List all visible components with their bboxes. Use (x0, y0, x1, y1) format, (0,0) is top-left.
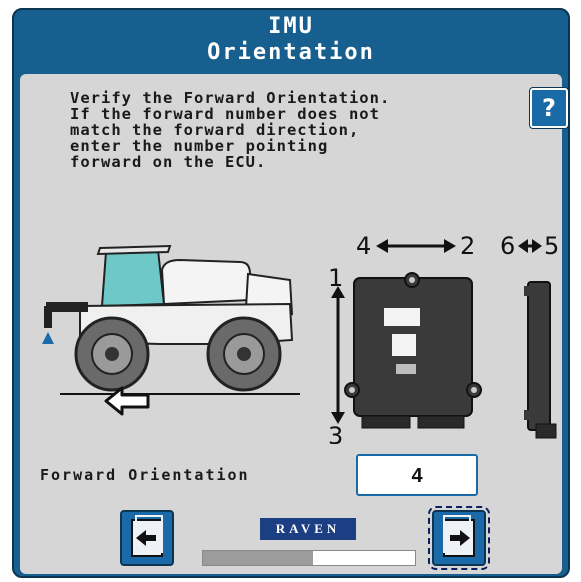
axis-label-5: 5 (544, 232, 559, 260)
raven-logo: RAVEN (260, 518, 356, 540)
progress-fill (203, 551, 314, 565)
forward-orientation-label: Forward Orientation (40, 466, 250, 484)
instruction-text: Verify the Forward Orientation. If the f… (70, 89, 391, 171)
ecu-module (344, 272, 482, 429)
dialog-frame: IMU Orientation Verify the Forward Orien… (12, 8, 570, 578)
axis-label-1: 1 (328, 264, 343, 292)
back-button[interactable] (120, 510, 174, 566)
front-wheel (74, 316, 150, 392)
title-line-2: Orientation (207, 40, 375, 65)
axis-label-3: 3 (328, 422, 343, 444)
next-arrow-icon (443, 515, 475, 557)
axis-label-2: 2 (460, 232, 475, 260)
page-title: IMU Orientation (14, 14, 568, 66)
rear-wheel (206, 316, 282, 392)
forward-orientation-input[interactable]: 4 (356, 454, 478, 496)
axis-label-6: 6 (500, 232, 515, 260)
forward-arrow-icon (104, 386, 150, 416)
sprayer-illustration (42, 244, 300, 395)
title-line-1: IMU (268, 14, 314, 39)
progress-bar (202, 550, 416, 566)
back-arrow-icon (131, 515, 163, 557)
help-button[interactable]: ? (529, 87, 569, 129)
next-button[interactable] (428, 506, 490, 570)
nozzle-icon (42, 332, 54, 344)
axis-label-4: 4 (356, 232, 371, 260)
ecu-side-view (524, 281, 557, 439)
ecu-diagram: 4 2 6 5 1 3 (328, 232, 559, 444)
content-panel: Verify the Forward Orientation. If the f… (20, 74, 569, 574)
